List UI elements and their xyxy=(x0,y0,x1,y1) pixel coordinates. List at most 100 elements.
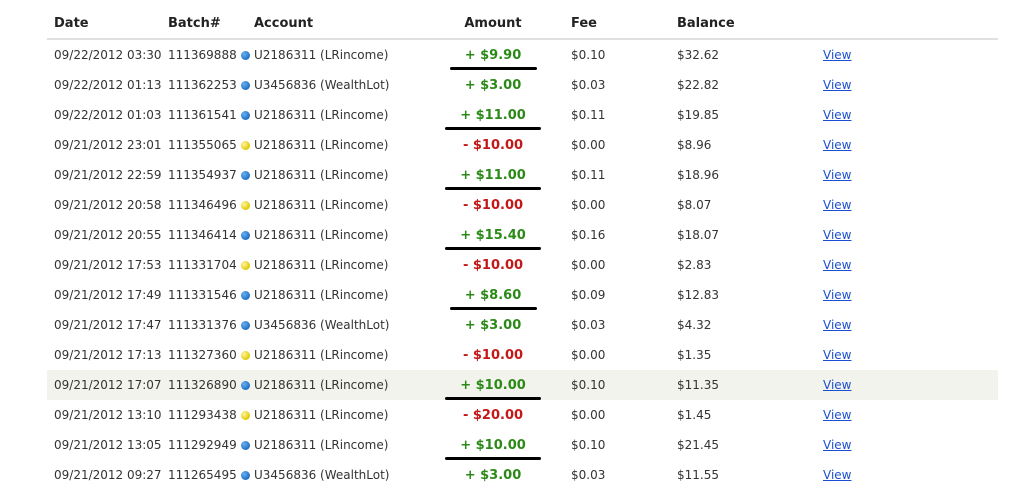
amount-cell: - $10.00 xyxy=(422,130,564,160)
column-header-balance[interactable]: Balance xyxy=(670,8,816,40)
table-row: 09/21/2012 20:58 111346496 U2186311 (LRinc… xyxy=(47,190,998,220)
balance-cell: $22.82 xyxy=(677,78,719,92)
batch-cell: 111331704 xyxy=(161,250,250,280)
view-link[interactable]: View xyxy=(823,78,851,92)
amount-value: - $10.00 xyxy=(462,137,524,153)
action-cell: View xyxy=(816,250,998,280)
view-link[interactable]: View xyxy=(823,228,851,242)
table-row: 09/21/2012 17:53 111331704 U2186311 (LRinc… xyxy=(47,250,998,280)
fee-cell: $0.03 xyxy=(571,78,606,92)
view-link[interactable]: View xyxy=(823,318,851,332)
account-cell: U2186311 (LRincome) xyxy=(254,348,389,362)
view-link[interactable]: View xyxy=(823,48,851,62)
fee-cell: $0.09 xyxy=(571,288,606,302)
status-dot-icon xyxy=(240,471,250,480)
table-row: 09/22/2012 01:03 111361541 U2186311 (LRinc… xyxy=(47,100,998,130)
amount-value: + $15.40 xyxy=(460,227,526,243)
underline-mark xyxy=(450,67,537,70)
batch-cell: 111346496 xyxy=(161,190,250,220)
amount-cell: + $3.00 xyxy=(422,460,564,490)
batch-cell: 111331376 xyxy=(161,310,250,340)
amount-cell: + $9.90 xyxy=(422,39,564,70)
view-link[interactable]: View xyxy=(823,258,851,272)
batch-number: 111331546 xyxy=(168,288,237,302)
account-cell: U2186311 (LRincome) xyxy=(254,288,389,302)
amount-value: - $20.00 xyxy=(462,407,524,423)
account-cell: U2186311 (LRincome) xyxy=(254,198,389,212)
balance-cell: $18.07 xyxy=(677,228,719,242)
batch-number: 111265495 xyxy=(168,468,237,482)
action-cell: View xyxy=(816,190,998,220)
column-header-amount[interactable]: Amount xyxy=(422,8,564,40)
table-row: 09/21/2012 17:47 111331376 U3456836 (Wealt… xyxy=(47,310,998,340)
amount-cell: + $3.00 xyxy=(422,70,564,100)
underline-mark xyxy=(445,127,541,130)
fee-cell: $0.00 xyxy=(571,258,606,272)
status-dot-icon xyxy=(240,111,250,120)
column-header-batch[interactable]: Batch# xyxy=(161,8,247,40)
date-cell: 09/21/2012 17:47 xyxy=(54,318,162,332)
amount-value: - $10.00 xyxy=(462,257,524,273)
action-cell: View xyxy=(816,39,998,70)
view-link[interactable]: View xyxy=(823,108,851,122)
view-link[interactable]: View xyxy=(823,168,851,182)
transaction-rows: 09/22/2012 03:30 111369888 U2186311 (LRinc… xyxy=(47,39,998,490)
amount-cell: + $3.00 xyxy=(422,310,564,340)
action-cell: View xyxy=(816,280,998,310)
status-dot-icon xyxy=(240,231,250,240)
date-cell: 09/21/2012 20:58 xyxy=(54,198,162,212)
balance-cell: $11.55 xyxy=(677,468,719,482)
status-dot-icon xyxy=(240,261,250,270)
status-dot-icon xyxy=(240,441,250,450)
view-link[interactable]: View xyxy=(823,468,851,482)
column-header-date[interactable]: Date xyxy=(47,8,161,40)
action-cell: View xyxy=(816,220,998,250)
batch-cell: 111331546 xyxy=(161,280,250,310)
fee-cell: $0.11 xyxy=(571,168,606,182)
fee-cell: $0.10 xyxy=(571,48,606,62)
amount-cell: + $11.00 xyxy=(422,160,564,190)
account-cell: U2186311 (LRincome) xyxy=(254,168,389,182)
view-link[interactable]: View xyxy=(823,138,851,152)
underline-mark xyxy=(445,187,541,190)
status-dot-icon xyxy=(240,141,250,150)
balance-cell: $12.83 xyxy=(677,288,719,302)
table-row: 09/21/2012 22:59 111354937 U2186311 (LRinc… xyxy=(47,160,998,190)
status-dot-icon xyxy=(240,81,250,90)
status-dot-icon xyxy=(240,51,250,60)
date-cell: 09/21/2012 13:10 xyxy=(54,408,162,422)
status-dot-icon xyxy=(240,381,250,390)
batch-number: 111354937 xyxy=(168,168,237,182)
balance-cell: $19.85 xyxy=(677,108,719,122)
action-cell: View xyxy=(816,400,998,430)
view-link[interactable]: View xyxy=(823,348,851,362)
amount-cell: - $20.00 xyxy=(422,400,564,430)
view-link[interactable]: View xyxy=(823,408,851,422)
column-header-account[interactable]: Account xyxy=(247,8,422,40)
batch-cell: 111265495 xyxy=(161,460,250,490)
date-cell: 09/21/2012 13:05 xyxy=(54,438,162,452)
date-cell: 09/22/2012 03:30 xyxy=(54,48,162,62)
account-cell: U3456836 (WealthLot) xyxy=(254,78,390,92)
balance-cell: $4.32 xyxy=(677,318,712,332)
underline-mark xyxy=(445,397,541,400)
view-link[interactable]: View xyxy=(823,288,851,302)
amount-cell: + $10.00 xyxy=(422,430,564,460)
batch-cell: 111362253 xyxy=(161,70,250,100)
date-cell: 09/22/2012 01:13 xyxy=(54,78,162,92)
view-link[interactable]: View xyxy=(823,438,851,452)
column-header-fee[interactable]: Fee xyxy=(564,8,670,40)
status-dot-icon xyxy=(240,411,250,420)
batch-number: 111355065 xyxy=(168,138,237,152)
view-link[interactable]: View xyxy=(823,378,851,392)
date-cell: 09/21/2012 20:55 xyxy=(54,228,162,242)
amount-cell: - $10.00 xyxy=(422,250,564,280)
balance-cell: $11.35 xyxy=(670,370,816,400)
batch-cell: 111346414 xyxy=(161,220,250,250)
fee-cell: $0.00 xyxy=(571,198,606,212)
table-header-row: Date Batch# Account Amount Fee Balance xyxy=(47,8,998,40)
amount-value: + $9.90 xyxy=(464,47,522,63)
view-link[interactable]: View xyxy=(823,198,851,212)
account-cell: U2186311 (LRincome) xyxy=(254,438,389,452)
batch-number: 111293438 xyxy=(168,408,237,422)
